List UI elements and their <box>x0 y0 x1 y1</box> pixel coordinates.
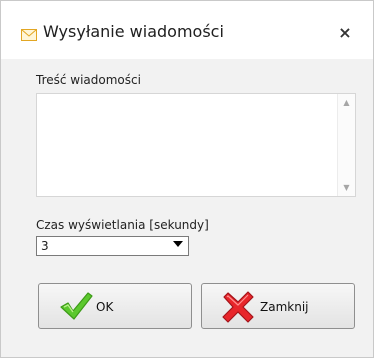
cancel-button[interactable]: Zamknij <box>201 283 355 329</box>
close-icon[interactable]: × <box>333 21 357 45</box>
message-dialog: Wysyłanie wiadomości × Treść wiadomości … <box>0 0 374 358</box>
ok-button-label: OK <box>96 300 114 314</box>
checkmark-icon <box>59 290 93 326</box>
dialog-title: Wysyłanie wiadomości <box>43 22 224 41</box>
close-button-label: Zamknij <box>260 300 309 314</box>
ok-button[interactable]: OK <box>38 283 192 329</box>
red-x-icon <box>220 289 256 329</box>
textarea-scrollbar[interactable]: ▲ ▼ <box>337 94 355 196</box>
scroll-down-arrow-icon[interactable]: ▼ <box>338 179 355 196</box>
chevron-down-icon[interactable] <box>173 241 183 247</box>
envelope-icon <box>21 26 37 41</box>
display-time-value: 3 <box>41 239 49 253</box>
message-label: Treść wiadomości <box>36 73 141 87</box>
title-bar: Wysyłanie wiadomości × <box>1 1 373 59</box>
display-time-select[interactable]: 3 <box>36 236 189 256</box>
display-time-label: Czas wyświetlania [sekundy] <box>36 218 209 232</box>
message-textarea-box: ▲ ▼ <box>36 93 356 197</box>
scroll-up-arrow-icon[interactable]: ▲ <box>338 94 355 111</box>
message-textarea[interactable] <box>37 94 339 196</box>
dialog-body: Treść wiadomości ▲ ▼ Czas wyświetlania [… <box>1 59 373 357</box>
